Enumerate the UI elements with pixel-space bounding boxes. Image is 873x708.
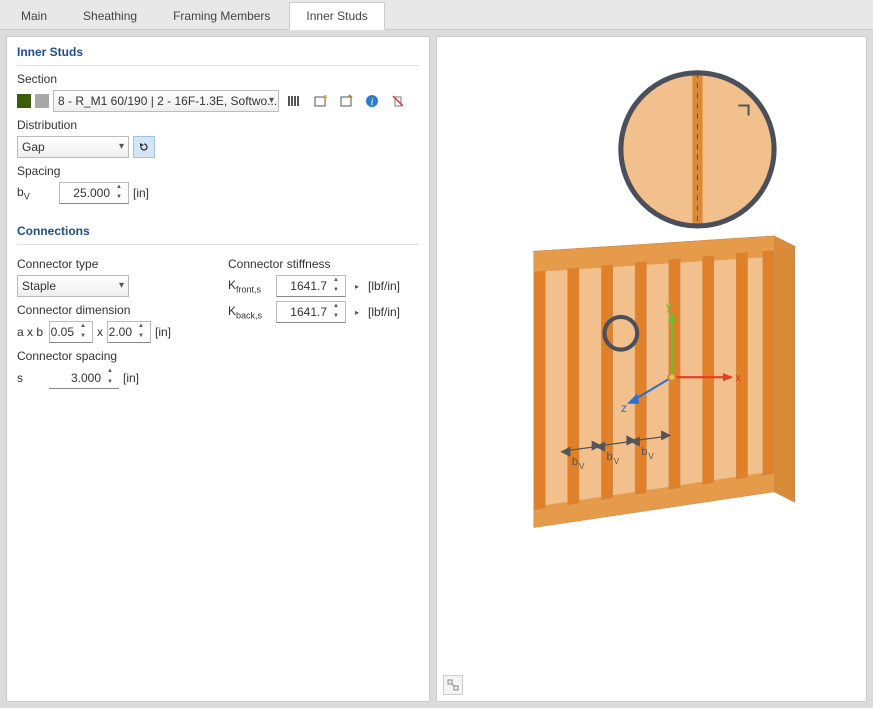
svg-text:V: V <box>614 457 620 466</box>
svg-text:V: V <box>648 452 654 461</box>
view-options-button[interactable] <box>443 675 463 695</box>
x-label: x <box>97 325 103 339</box>
axb-label: a x b <box>17 325 45 339</box>
viewport-3d[interactable]: x y z bV bV bV <box>436 36 867 702</box>
tab-bar: Main Sheathing Framing Members Inner Stu… <box>0 0 873 30</box>
distribution-select[interactable]: Gap <box>17 136 129 158</box>
spinner-up[interactable]: ▲ <box>103 367 117 378</box>
connections-title: Connections <box>17 224 419 245</box>
stiffness-label: Connector stiffness <box>228 257 419 271</box>
axis-z-label: z <box>621 401 627 415</box>
new-window-icon <box>313 94 327 108</box>
kback-unit: [lbf/in] <box>368 305 400 319</box>
svg-text:V: V <box>579 462 585 471</box>
s-unit: [in] <box>123 371 139 385</box>
edit-button[interactable] <box>335 90 357 112</box>
kback-input[interactable]: 1641.7 ▲▼ <box>276 301 346 323</box>
kfront-menu[interactable]: ▸ <box>350 275 364 297</box>
b-input[interactable]: 2.00 ▲▼ <box>107 321 151 343</box>
bv-symbol: bV <box>17 185 55 201</box>
tab-main[interactable]: Main <box>4 2 64 29</box>
bv-input[interactable]: 25.000 ▲▼ <box>59 182 129 204</box>
axis-y-label: y <box>666 299 673 313</box>
spinner-down[interactable]: ▼ <box>134 332 148 342</box>
inner-studs-title: Inner Studs <box>17 45 419 66</box>
spinner-down[interactable]: ▼ <box>103 378 117 389</box>
spinner-up[interactable]: ▲ <box>112 183 126 193</box>
wall-panel-diagram: x y z bV bV bV <box>437 37 866 701</box>
swatch-gray <box>35 94 49 108</box>
connector-type-select[interactable]: Staple <box>17 275 129 297</box>
s-label: s <box>17 371 45 385</box>
kfront-symbol: Kfront,s <box>228 278 272 294</box>
s-input[interactable]: 3.000 ▲▼ <box>49 367 119 389</box>
library-button[interactable] <box>283 90 305 112</box>
spinner-down[interactable]: ▼ <box>112 193 126 203</box>
info-button[interactable]: i <box>361 90 383 112</box>
reset-icon <box>137 140 151 154</box>
swatch-olive <box>17 94 31 108</box>
a-input[interactable]: 0.05 ▲▼ <box>49 321 93 343</box>
kback-menu[interactable]: ▸ <box>350 301 364 323</box>
svg-text:i: i <box>371 97 374 108</box>
svg-text:b: b <box>607 451 613 463</box>
spinner-up[interactable]: ▲ <box>329 276 343 286</box>
axb-unit: [in] <box>155 325 171 339</box>
spinner-down[interactable]: ▼ <box>329 312 343 322</box>
kback-symbol: Kback,s <box>228 304 272 320</box>
new-button[interactable] <box>309 90 331 112</box>
delete-icon <box>391 94 405 108</box>
kfront-unit: [lbf/in] <box>368 279 400 293</box>
books-icon <box>287 94 301 108</box>
spinner-down[interactable]: ▼ <box>76 332 90 342</box>
spinner-up[interactable]: ▲ <box>134 322 148 332</box>
delete-button[interactable] <box>387 90 409 112</box>
svg-text:b: b <box>572 456 578 468</box>
spacing-label: Spacing <box>17 164 419 178</box>
section-label: Section <box>17 72 419 86</box>
tab-sheathing[interactable]: Sheathing <box>66 2 154 29</box>
edit-window-icon <box>339 94 353 108</box>
spinner-up[interactable]: ▲ <box>76 322 90 332</box>
info-icon: i <box>365 94 379 108</box>
svg-text:b: b <box>641 446 647 458</box>
distribution-label: Distribution <box>17 118 419 132</box>
section-select[interactable]: 8 - R_M1 60/190 | 2 - 16F-1.3E, Softwo..… <box>53 90 279 112</box>
connector-type-label: Connector type <box>17 257 208 271</box>
spinner-up[interactable]: ▲ <box>329 302 343 312</box>
reset-button[interactable] <box>133 136 155 158</box>
view-icon <box>447 679 459 691</box>
connector-spacing-label: Connector spacing <box>17 349 208 363</box>
spinner-down[interactable]: ▼ <box>329 286 343 296</box>
connector-dimension-label: Connector dimension <box>17 303 208 317</box>
kfront-input[interactable]: 1641.7 ▲▼ <box>276 275 346 297</box>
bv-unit: [in] <box>133 186 149 200</box>
axis-x-label: x <box>735 370 741 384</box>
tab-inner-studs[interactable]: Inner Studs <box>289 2 384 30</box>
tab-framing-members[interactable]: Framing Members <box>156 2 287 29</box>
properties-panel: Inner Studs Section 8 - R_M1 60/190 | 2 … <box>6 36 430 702</box>
